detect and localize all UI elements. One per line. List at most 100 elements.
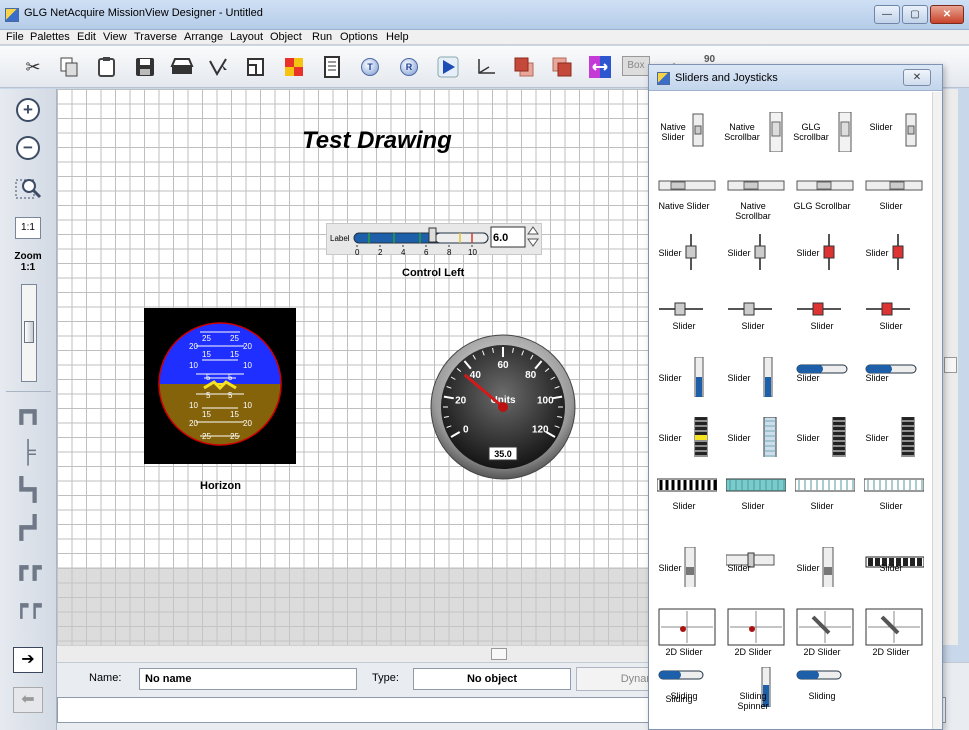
align-top-icon[interactable]: ┏┓ xyxy=(13,399,43,425)
menu-layout[interactable]: Layout xyxy=(230,31,263,43)
horizon-pitch-label: 25 xyxy=(230,334,239,343)
palette-item[interactable]: Slider xyxy=(655,417,717,475)
palette-item[interactable]: Slider xyxy=(793,357,855,415)
zoom-window-button[interactable] xyxy=(13,173,43,203)
align-left-icon[interactable]: ╞ xyxy=(13,439,43,465)
zoom-slider-thumb[interactable] xyxy=(24,321,34,343)
drawing-title[interactable]: Test Drawing xyxy=(302,127,452,155)
palette-item[interactable]: Slider xyxy=(862,232,924,290)
palette-item[interactable]: 2D Slider xyxy=(655,607,717,665)
palette-item[interactable]: Slider xyxy=(724,297,786,355)
palette-item[interactable]: Native Slider xyxy=(655,112,717,170)
run-icon[interactable] xyxy=(435,54,461,80)
palette-item[interactable]: Native Scrollbar xyxy=(724,177,786,235)
palette-scrollbar[interactable] xyxy=(932,92,942,729)
save-icon[interactable] xyxy=(132,54,158,80)
palette-item[interactable]: Slider xyxy=(793,477,855,535)
minimize-button[interactable]: — xyxy=(874,5,900,24)
palette-item[interactable]: GLG Scrollbar xyxy=(793,112,855,170)
vertical-scroll-thumb[interactable] xyxy=(944,357,957,373)
select-icon[interactable] xyxy=(206,54,232,80)
palette-item[interactable]: Slider xyxy=(862,112,924,170)
name-field[interactable]: No name xyxy=(139,668,357,690)
cut-icon[interactable]: ✂ xyxy=(20,54,46,80)
align-vcenter-icon[interactable]: ┍┍ xyxy=(13,593,43,619)
menu-options[interactable]: Options xyxy=(340,31,378,43)
palette-close-button[interactable]: ✕ xyxy=(903,69,931,86)
menu-view[interactable]: View xyxy=(103,31,127,43)
horizon-widget[interactable]: 25 25 20 20 15 15 10 10 5 5 5 5 10 10 15… xyxy=(144,308,296,464)
palette-item[interactable]: Sliding xyxy=(793,667,855,725)
palette-item[interactable]: Slider xyxy=(862,357,924,415)
resource-icon[interactable]: R xyxy=(396,54,422,80)
palette-item[interactable]: Slider xyxy=(655,477,717,535)
menu-edit[interactable]: Edit xyxy=(77,31,96,43)
menu-arrange[interactable]: Arrange xyxy=(184,31,223,43)
flip-icon[interactable] xyxy=(587,54,613,80)
palette-item-graphic xyxy=(864,478,924,492)
menu-traverse[interactable]: Traverse xyxy=(134,31,177,43)
box-icon[interactable]: Box xyxy=(622,56,650,76)
menu-object[interactable]: Object xyxy=(270,31,302,43)
horizon-pitch-label: 25 xyxy=(202,334,211,343)
palette-item[interactable]: Slider xyxy=(862,417,924,475)
align-right-icon[interactable]: ┏┛ xyxy=(13,515,43,541)
menu-palettes[interactable]: Palettes xyxy=(30,31,70,43)
palette-item[interactable]: Slider xyxy=(862,547,924,605)
palette-item[interactable]: GLG Scrollbar xyxy=(793,177,855,235)
palette-item[interactable]: Slider xyxy=(793,297,855,355)
palette-item[interactable]: Slider xyxy=(793,417,855,475)
gauge-widget[interactable]: 0 20 40 60 80 100 120 Units 35.0 xyxy=(429,333,577,481)
palette-item[interactable]: Sliding Spinner xyxy=(724,667,786,725)
palette-item[interactable]: Slider xyxy=(862,477,924,535)
palette-item[interactable]: Native Scrollbar xyxy=(724,112,786,170)
polygon-icon[interactable] xyxy=(473,54,499,80)
palette-item[interactable]: Slider xyxy=(724,417,786,475)
viewport-icon[interactable] xyxy=(243,54,269,80)
copy-icon[interactable] xyxy=(56,54,82,80)
zoom-one-to-one-button[interactable]: 1:1 xyxy=(15,217,41,239)
palette-item[interactable]: Slider xyxy=(793,547,855,605)
palette-item[interactable]: Slider xyxy=(655,357,717,415)
horizontal-scroll-thumb[interactable] xyxy=(491,648,507,660)
canvas-vertical-scrollbar[interactable] xyxy=(941,89,958,645)
zoom-in-button[interactable]: + xyxy=(13,95,43,125)
menu-help[interactable]: Help xyxy=(386,31,409,43)
palette-icon[interactable] xyxy=(281,54,307,80)
zoom-out-button[interactable]: − xyxy=(13,133,43,163)
align-hcenter-icon[interactable]: ┏┏ xyxy=(13,555,43,581)
print-icon[interactable] xyxy=(169,54,195,80)
palette-item[interactable]: Slider xyxy=(655,297,717,355)
palette-item[interactable]: Slider xyxy=(724,232,786,290)
exit-icon[interactable]: ⬅ xyxy=(13,687,43,713)
back-icon[interactable] xyxy=(549,54,575,80)
menu-file[interactable]: File xyxy=(6,31,24,43)
horizon-pitch-label: 20 xyxy=(189,342,198,351)
palette-item[interactable]: 2D Slider xyxy=(724,607,786,665)
palette-item[interactable]: 2D Slider xyxy=(862,607,924,665)
front-icon[interactable] xyxy=(511,54,537,80)
control-left-slider[interactable]: Label 0 2 4 6 8 10 6.0 xyxy=(326,223,542,257)
gauge-tick-label: 120 xyxy=(532,425,549,436)
palette-item[interactable]: Slider xyxy=(724,357,786,415)
list-icon[interactable] xyxy=(319,54,345,80)
palette-item[interactable]: Native Slider xyxy=(655,177,717,235)
gauge-tick-label: 80 xyxy=(525,370,537,381)
palette-item[interactable] xyxy=(862,667,924,725)
palette-item[interactable]: Slider xyxy=(655,547,717,605)
top-icon[interactable]: T xyxy=(357,54,383,80)
close-button[interactable]: ✕ xyxy=(930,5,964,24)
palette-item[interactable]: Slider xyxy=(862,297,924,355)
palette-item[interactable]: Slider xyxy=(724,477,786,535)
palette-item[interactable]: 2D Slider xyxy=(793,607,855,665)
enter-icon[interactable]: ➔ xyxy=(13,647,43,673)
palette-item[interactable]: Slider xyxy=(793,232,855,290)
palette-item[interactable]: Slider xyxy=(655,232,717,290)
type-field[interactable]: No object xyxy=(413,668,571,690)
palette-item[interactable]: Slider xyxy=(862,177,924,235)
palette-item[interactable]: Slider xyxy=(724,547,786,605)
paste-icon[interactable] xyxy=(94,54,120,80)
menu-run[interactable]: Run xyxy=(312,31,332,43)
maximize-button[interactable]: ▢ xyxy=(902,5,928,24)
align-rotate-icon[interactable]: ┗┓ xyxy=(13,477,43,503)
